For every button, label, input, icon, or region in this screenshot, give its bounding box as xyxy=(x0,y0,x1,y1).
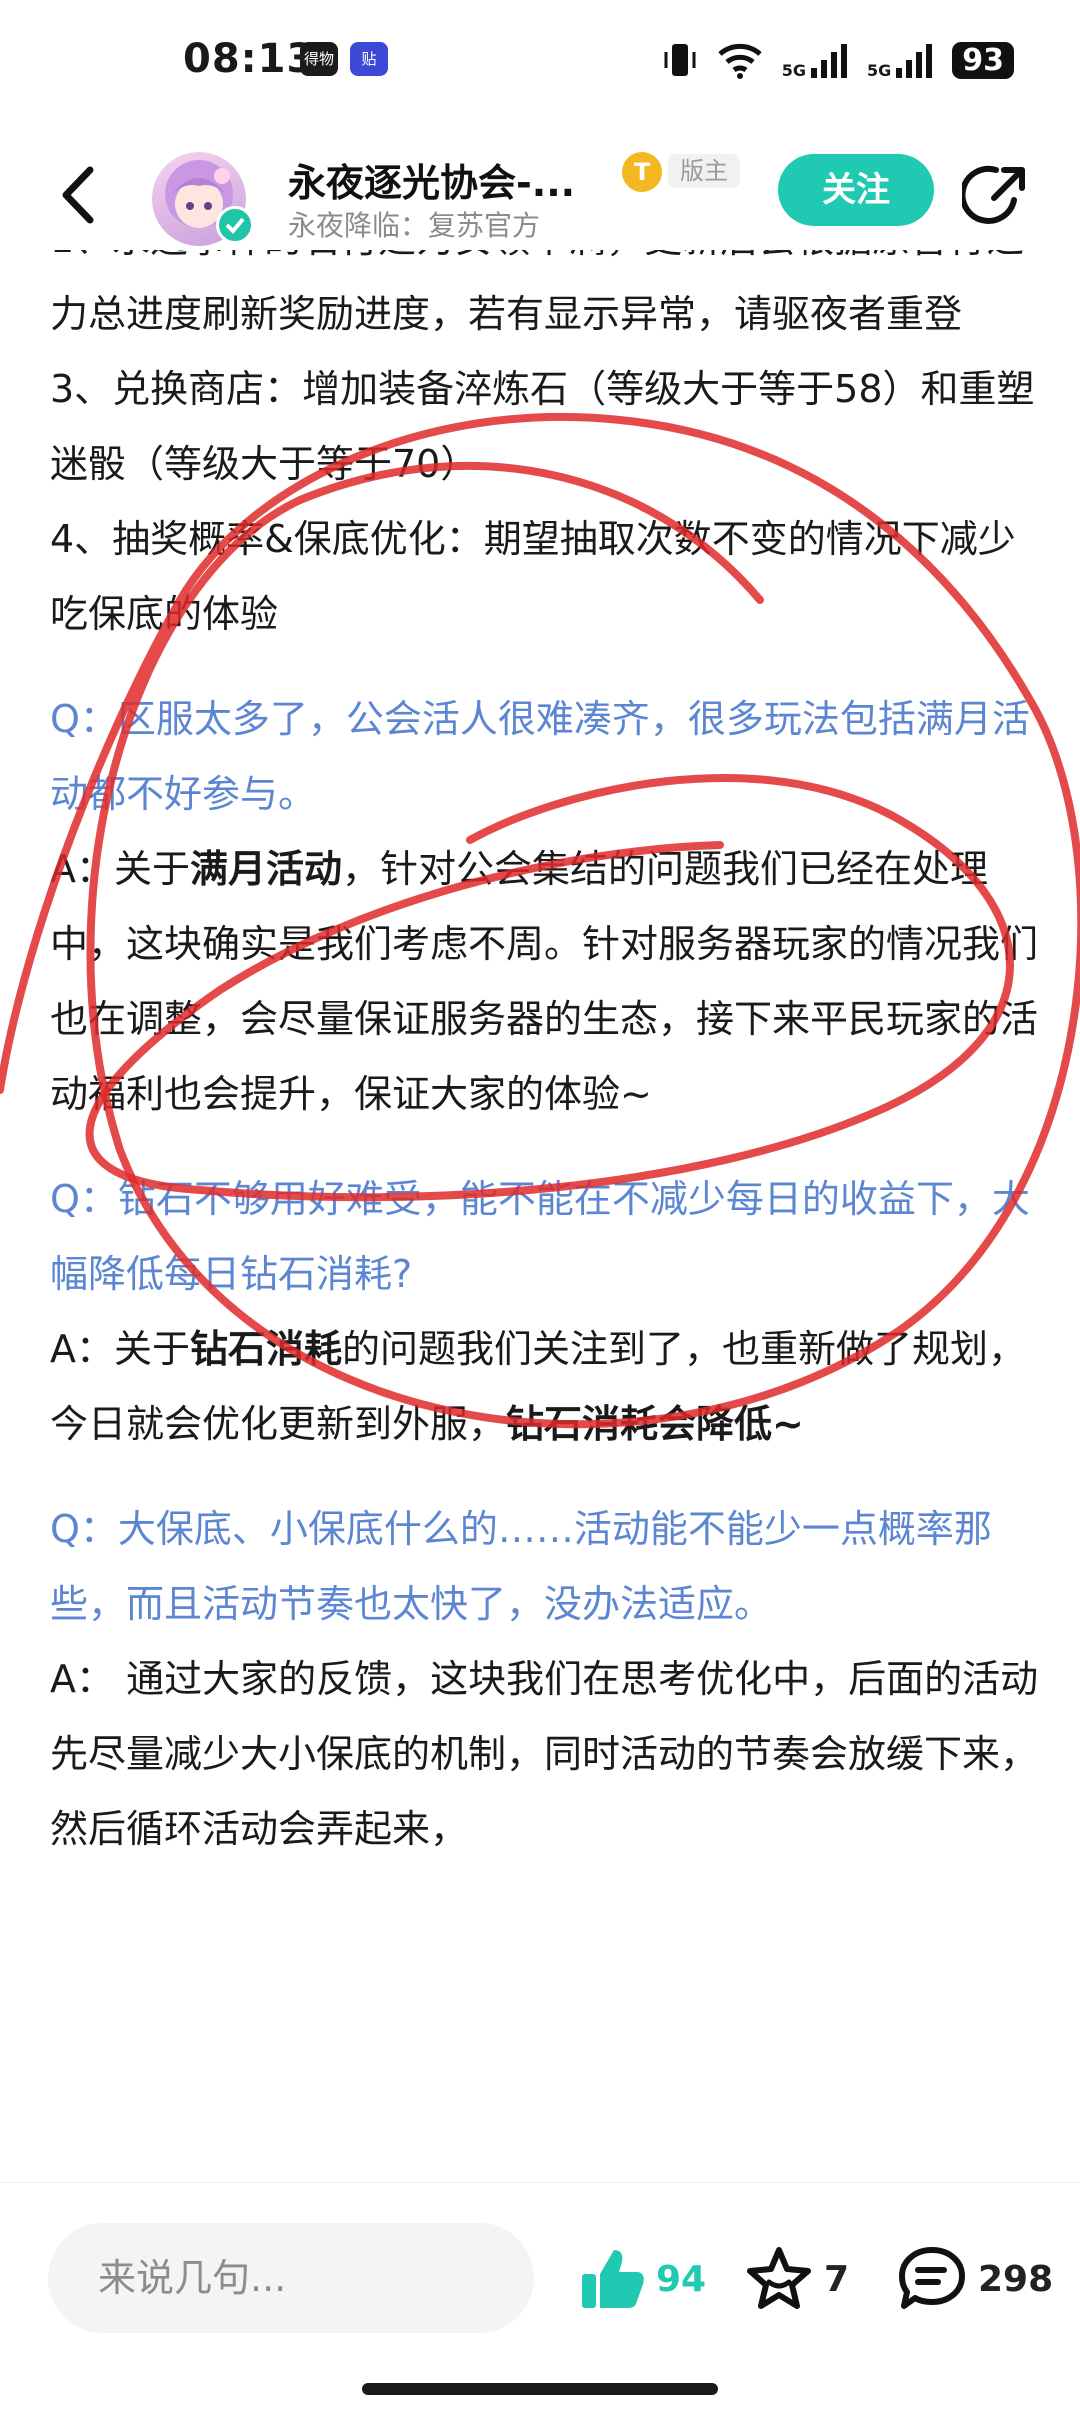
like-button[interactable]: 94 xyxy=(578,2243,706,2315)
share-icon[interactable] xyxy=(962,160,1032,230)
comment-button[interactable]: 298 xyxy=(896,2243,1053,2315)
post-paragraph: 3、兑换商店：增加装备淬炼石（等级大于等于58）和重塑迷骰（等级大于等于70） xyxy=(50,367,1035,486)
star-icon xyxy=(747,2247,811,2309)
signal-icon xyxy=(896,44,933,78)
favorite-button[interactable]: 7 xyxy=(744,2243,849,2315)
post-paragraph: 4、抽奖概率&保底优化：期望抽取次数不变的情况下减少吃保底的体验 xyxy=(50,517,1016,636)
post-paragraph: 1、永遇事件的石付建为安领平满，更新后会根据原音符之力总进度刷新奖励进度，若有显… xyxy=(50,250,1024,336)
status-bar: 08:13 得物 贴 5G 5G 93 xyxy=(0,0,1080,120)
comment-input[interactable]: 来说几句... xyxy=(48,2223,534,2333)
thumbs-up-icon xyxy=(582,2250,644,2308)
home-indicator[interactable] xyxy=(362,2383,718,2395)
signal-indicator: 5G xyxy=(782,40,849,80)
question-text: Q：区服太多了，公会活人很难凑齐，很多玩法包括满月活动都不好参与。 xyxy=(50,697,1030,816)
post-content: 1、永遇事件的石付建为安领平满，更新后会根据原音符之力总进度刷新奖励进度，若有显… xyxy=(50,250,1040,2180)
signal-icon xyxy=(810,44,847,78)
like-count: 94 xyxy=(656,2258,707,2300)
level-badge: T xyxy=(622,152,662,192)
answer-text: A：关于满月活动，针对公会集结的问题我们已经在处理中，这块确实是我们考虑不周。针… xyxy=(50,847,1039,1116)
answer-text: A： 通过大家的反馈，这块我们在思考优化中，后面的活动先尽量减少大小保底的机制，… xyxy=(50,1657,1039,1851)
comment-icon xyxy=(899,2247,965,2309)
bottom-action-bar: 来说几句... 94 7 298 xyxy=(0,2182,1080,2413)
status-indicators: 5G 5G 93 xyxy=(662,36,1014,84)
status-time: 08:13 xyxy=(183,36,316,82)
forum-subtitle: 永夜降临：复苏官方 xyxy=(288,209,541,242)
favorite-count: 7 xyxy=(824,2258,850,2300)
notification-app-icon: 贴 xyxy=(350,42,388,76)
follow-button[interactable]: 关注 xyxy=(778,154,934,226)
back-arrow-icon[interactable] xyxy=(50,162,110,228)
battery-icon: 93 xyxy=(952,41,1014,79)
question-text: Q：大保底、小保底什么的……活动能不能少一点概率那些，而且活动节奏也太快了，没办… xyxy=(50,1507,992,1626)
comment-count: 298 xyxy=(978,2258,1054,2300)
question-text: Q：钻石不够用好难受，能不能在不减少每日的收益下，大幅降低每日钻石消耗? xyxy=(50,1177,1030,1296)
answer-text: A：关于钻石消耗的问题我们关注到了，也重新做了规划，今日就会优化更新到外服，钻石… xyxy=(50,1327,1027,1446)
forum-title[interactable]: 永夜逐光协会-... xyxy=(288,152,575,207)
verified-badge-icon xyxy=(216,206,254,244)
notification-app-icon: 得物 xyxy=(300,42,338,76)
wifi-icon xyxy=(718,43,762,79)
post-header: 永夜逐光协会-... 永夜降临：复苏官方 T 版主 关注 xyxy=(0,140,1080,250)
role-badge: 版主 xyxy=(668,154,740,188)
vibrate-icon xyxy=(664,44,696,76)
signal-indicator: 5G xyxy=(867,40,934,80)
